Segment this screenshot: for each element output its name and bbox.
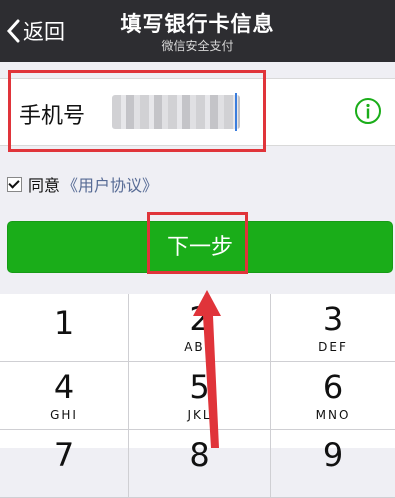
key-number: 8 <box>189 436 210 474</box>
key-letters: DEF <box>318 340 348 354</box>
key-3[interactable]: 3 DEF <box>271 294 395 362</box>
key-letters: GHI <box>50 408 78 422</box>
key-7[interactable]: 7 <box>0 430 129 498</box>
agreement-row: 同意 《用户协议》 <box>7 172 158 196</box>
nav-bar: 返回 填写银行卡信息 微信安全支付 <box>0 0 395 62</box>
info-icon[interactable] <box>354 97 382 125</box>
page-title: 填写银行卡信息 <box>120 12 275 36</box>
key-number: 5 <box>189 368 210 406</box>
page-subtitle: 微信安全支付 <box>161 39 234 53</box>
key-1[interactable]: 1 <box>0 294 129 362</box>
key-6[interactable]: 6 MNO <box>271 362 395 430</box>
key-number: 2 <box>189 300 210 338</box>
highlight-box-next <box>147 212 248 274</box>
key-number: 6 <box>322 368 344 406</box>
key-number: 1 <box>53 304 75 342</box>
key-9[interactable]: 9 <box>271 430 395 498</box>
key-letters: JKL <box>187 408 212 422</box>
key-5[interactable]: 5 JKL <box>129 362 271 430</box>
key-2[interactable]: 2 ABC <box>129 294 271 362</box>
key-4[interactable]: 4 GHI <box>0 362 129 430</box>
agree-checkbox[interactable] <box>7 176 22 192</box>
key-letters: MNO <box>315 408 351 422</box>
numeric-keypad: 1 2 ABC 3 DEF 4 GHI 5 JKL 6 MNO 7 8 9 <box>0 294 395 498</box>
key-letters: ABC <box>184 340 215 354</box>
highlight-box-phone <box>8 70 266 152</box>
user-agreement-link[interactable]: 《用户协议》 <box>62 172 158 196</box>
agree-text: 同意 <box>28 176 61 195</box>
key-number: 9 <box>322 436 344 474</box>
key-number: 7 <box>53 436 75 474</box>
key-number: 4 <box>53 368 75 406</box>
key-8[interactable]: 8 <box>129 430 271 498</box>
key-number: 3 <box>322 300 344 338</box>
